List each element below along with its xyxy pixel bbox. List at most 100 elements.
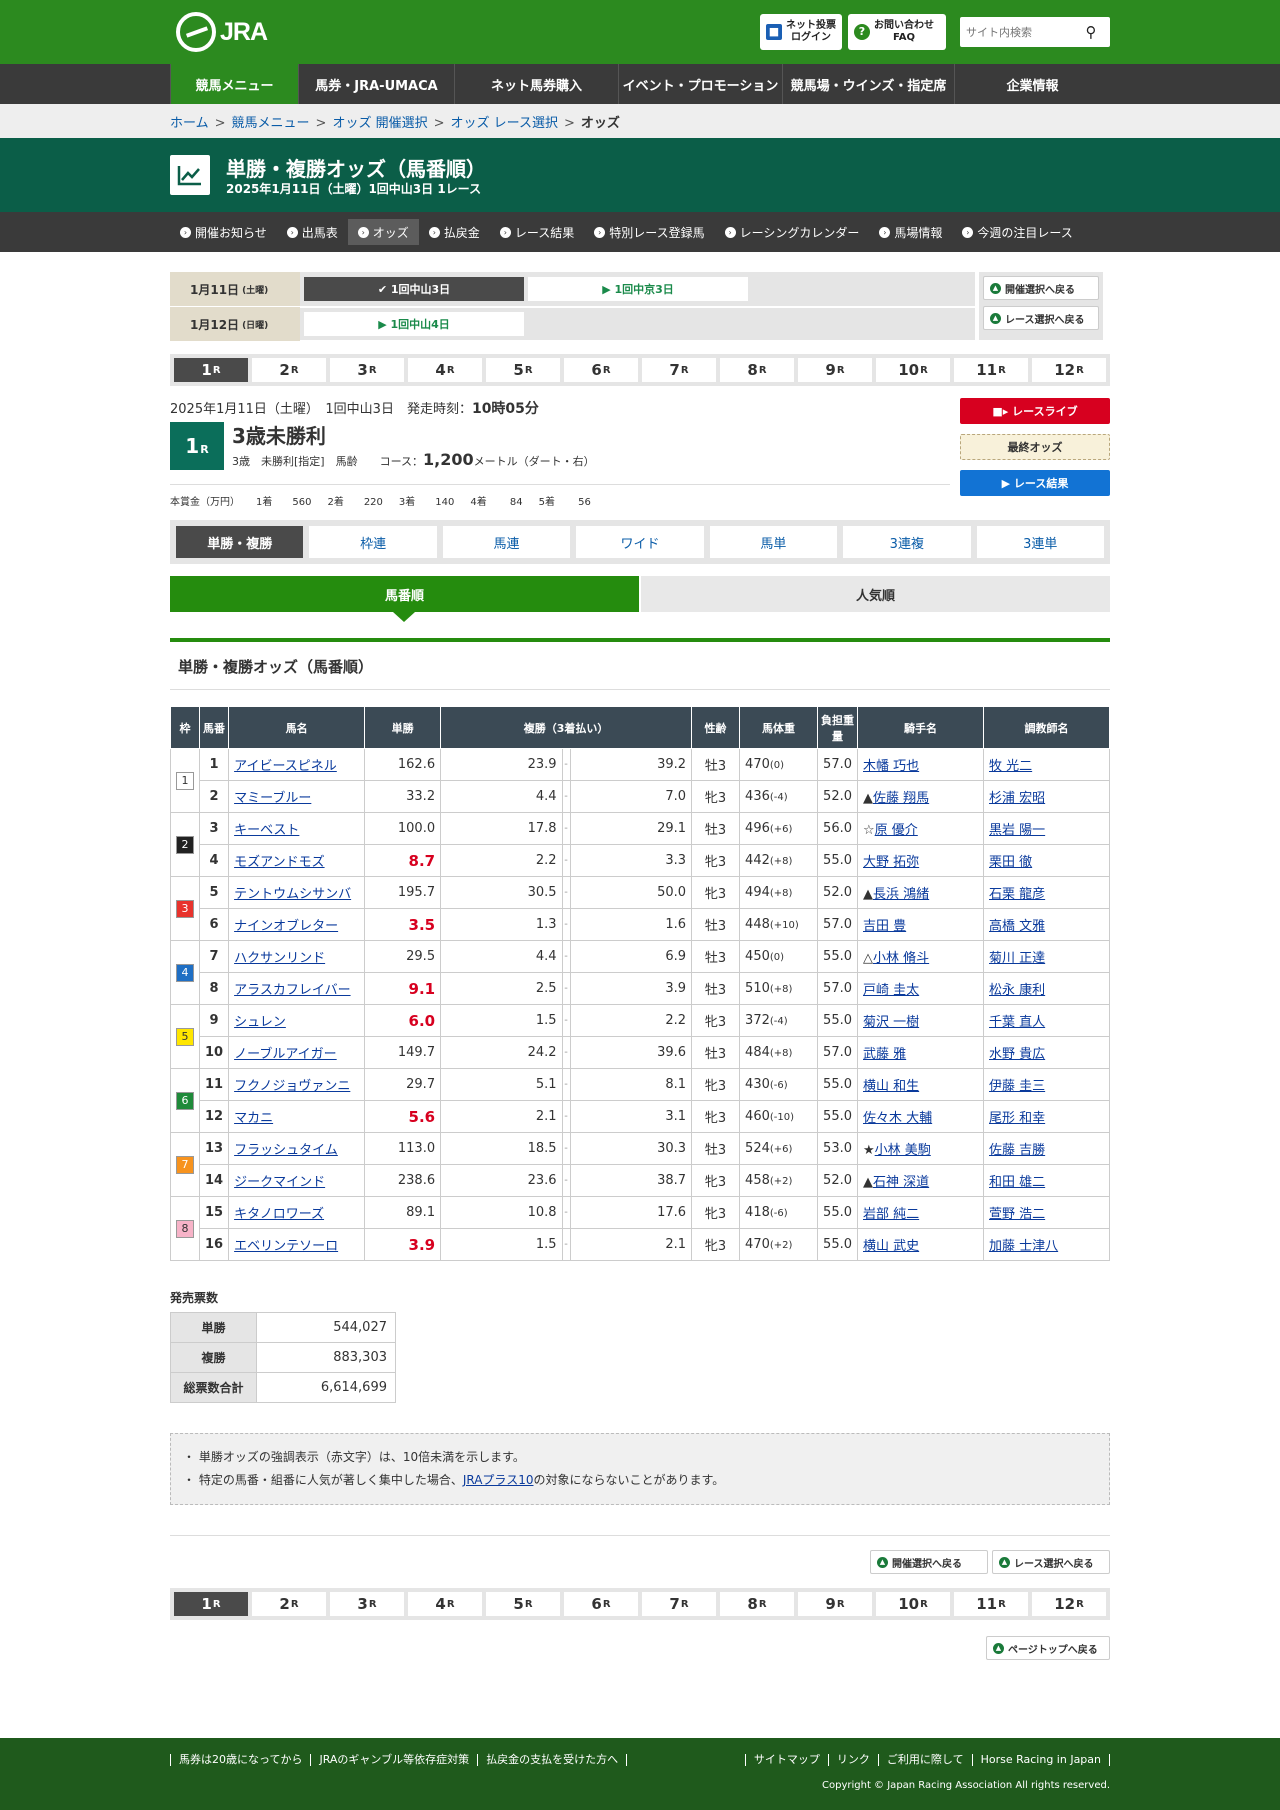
race-7-button[interactable]: 7R: [642, 1592, 716, 1616]
back-race-button[interactable]: ▲ レース選択へ戻る: [983, 306, 1099, 330]
jockey-link[interactable]: 大野 拓弥: [863, 855, 919, 870]
faq-button[interactable]: ? お問い合わせ FAQ: [848, 14, 946, 50]
race-6-button[interactable]: 6R: [564, 358, 638, 382]
jockey-link[interactable]: 戸崎 圭太: [863, 983, 919, 998]
horse-name-link[interactable]: エベリンテソーロ: [234, 1239, 338, 1254]
jockey-link[interactable]: 長浜 鴻緒: [873, 887, 929, 902]
trainer-link[interactable]: 栗田 徹: [989, 855, 1032, 870]
footer-link[interactable]: JRAのギャンブル等依存症対策: [311, 1754, 479, 1766]
horse-name-link[interactable]: シュレン: [234, 1015, 286, 1030]
horse-name-link[interactable]: テントウムシサンバ: [234, 887, 351, 902]
search-input[interactable]: [960, 18, 1078, 46]
footer-link[interactable]: サイトマップ: [744, 1754, 829, 1766]
race-5-button[interactable]: 5R: [486, 1592, 560, 1616]
race-result-button[interactable]: ▶ レース結果: [960, 470, 1110, 496]
race-2-button[interactable]: 2R: [252, 1592, 326, 1616]
horse-name-link[interactable]: フクノジョヴァンニ: [234, 1079, 350, 1094]
jockey-link[interactable]: 原 優介: [875, 823, 918, 838]
kaisai-button-nakayama3[interactable]: ✔︎ 1回中山3日: [304, 277, 524, 301]
trainer-link[interactable]: 萱野 浩二: [989, 1207, 1045, 1222]
horse-name-link[interactable]: ナインオブレター: [234, 919, 338, 934]
jockey-link[interactable]: 石神 深道: [873, 1175, 929, 1190]
horse-name-link[interactable]: フラッシュタイム: [234, 1143, 338, 1158]
footer-link[interactable]: 払戻金の支払を受けた方へ: [478, 1754, 628, 1766]
race-8-button[interactable]: 8R: [720, 358, 794, 382]
footer-link[interactable]: 馬券は20歳になってから: [170, 1754, 312, 1766]
gnav-item-5[interactable]: 企業情報: [954, 64, 1110, 104]
gnav-item-4[interactable]: 競馬場・ウインズ・指定席: [782, 64, 954, 104]
trainer-link[interactable]: 和田 雄二: [989, 1175, 1045, 1190]
trainer-link[interactable]: 高橋 文雅: [989, 919, 1045, 934]
odds-tab-2[interactable]: 馬連: [442, 526, 571, 558]
race-2-button[interactable]: 2R: [252, 358, 326, 382]
trainer-link[interactable]: 佐藤 吉勝: [989, 1143, 1045, 1158]
footer-link[interactable]: リンク: [829, 1754, 879, 1766]
jockey-link[interactable]: 小林 脩斗: [873, 951, 929, 966]
odds-tab-4[interactable]: 馬単: [709, 526, 838, 558]
race-8-button[interactable]: 8R: [720, 1592, 794, 1616]
race-11-button[interactable]: 11 R: [954, 358, 1028, 382]
odds-tab-6[interactable]: 3連単: [976, 526, 1104, 558]
trainer-link[interactable]: 加藤 士津八: [989, 1239, 1058, 1254]
trainer-link[interactable]: 松永 康利: [989, 983, 1045, 998]
kaisai-button-chukyo3[interactable]: ▶ 1回中京3日: [528, 277, 748, 301]
horse-name-link[interactable]: モズアンドモズ: [234, 855, 324, 870]
race-1-button[interactable]: 1R: [174, 358, 248, 382]
horse-name-link[interactable]: ノーブルアイガー: [234, 1047, 337, 1062]
race-12-button[interactable]: 12 R: [1032, 1592, 1106, 1616]
page-top-button[interactable]: ▲ ページトップへ戻る: [986, 1636, 1110, 1660]
jockey-link[interactable]: 吉田 豊: [863, 919, 906, 934]
trainer-link[interactable]: 菊川 正達: [989, 951, 1045, 966]
race-4-button[interactable]: 4R: [408, 358, 482, 382]
subnav-item-3[interactable]: › 払戻金: [419, 219, 490, 245]
jockey-link[interactable]: 佐々木 大輔: [863, 1111, 932, 1126]
race-3-button[interactable]: 3R: [330, 358, 404, 382]
race-3-button[interactable]: 3R: [330, 1592, 404, 1616]
race-live-button[interactable]: ■▸ レースライブ: [960, 398, 1110, 424]
trainer-link[interactable]: 伊藤 圭三: [989, 1079, 1045, 1094]
tab-umaban[interactable]: 馬番順: [170, 576, 639, 612]
odds-tab-0[interactable]: 単勝・複勝: [176, 526, 304, 558]
horse-name-link[interactable]: キーベスト: [234, 823, 299, 838]
trainer-link[interactable]: 水野 貴広: [989, 1047, 1045, 1062]
trainer-link[interactable]: 杉浦 宏昭: [989, 791, 1045, 806]
odds-tab-5[interactable]: 3連複: [843, 526, 971, 558]
gnav-item-3[interactable]: イベント・プロモーション: [618, 64, 782, 104]
race-6-button[interactable]: 6R: [564, 1592, 638, 1616]
back-kaisai-button-bottom[interactable]: ▲ 開催選択へ戻る: [870, 1550, 988, 1574]
trainer-link[interactable]: 千葉 直人: [989, 1015, 1045, 1030]
odds-tab-1[interactable]: 枠連: [309, 526, 437, 558]
trainer-link[interactable]: 牧 光二: [989, 759, 1032, 774]
race-11-button[interactable]: 11 R: [954, 1592, 1028, 1616]
subnav-item-8[interactable]: › 今週の注目レース: [952, 219, 1082, 245]
race-5-button[interactable]: 5R: [486, 358, 560, 382]
race-12-button[interactable]: 12 R: [1032, 358, 1106, 382]
breadcrumb-link[interactable]: ホーム: [170, 116, 209, 131]
horse-name-link[interactable]: ジークマインド: [234, 1175, 325, 1190]
jockey-link[interactable]: 岩部 純二: [863, 1207, 919, 1222]
footer-link[interactable]: ご利用に際して: [879, 1754, 973, 1766]
horse-name-link[interactable]: キタノロワーズ: [234, 1207, 324, 1222]
horse-name-link[interactable]: マミーブルー: [234, 791, 311, 806]
jockey-link[interactable]: 佐藤 翔馬: [873, 791, 929, 806]
odds-tab-3[interactable]: ワイド: [576, 526, 704, 558]
search-icon[interactable]: ⚲: [1078, 23, 1104, 41]
trainer-link[interactable]: 黒岩 陽一: [989, 823, 1045, 838]
trainer-link[interactable]: 石栗 龍彦: [989, 887, 1045, 902]
race-9-button[interactable]: 9R: [798, 1592, 872, 1616]
race-10-button[interactable]: 10 R: [876, 1592, 950, 1616]
horse-name-link[interactable]: アラスカフレイバー: [234, 983, 350, 998]
trainer-link[interactable]: 尾形 和幸: [989, 1111, 1045, 1126]
race-4-button[interactable]: 4R: [408, 1592, 482, 1616]
gnav-item-1[interactable]: 馬券・JRA-UMACA: [298, 64, 454, 104]
subnav-item-1[interactable]: › 出馬表: [277, 219, 348, 245]
horse-name-link[interactable]: ハクサンリンド: [234, 951, 325, 966]
net-login-button[interactable]: ■ ネット投票 ログイン: [760, 14, 842, 50]
breadcrumb-link[interactable]: オッズ 開催選択: [332, 116, 427, 131]
jockey-link[interactable]: 横山 武史: [863, 1239, 919, 1254]
jra-plus10-link[interactable]: JRAプラス10: [463, 1473, 534, 1487]
gnav-item-2[interactable]: ネット馬券購入: [454, 64, 618, 104]
footer-link[interactable]: Horse Racing in Japan: [973, 1754, 1110, 1766]
subnav-item-5[interactable]: › 特別レース登録馬: [584, 219, 714, 245]
race-9-button[interactable]: 9R: [798, 358, 872, 382]
